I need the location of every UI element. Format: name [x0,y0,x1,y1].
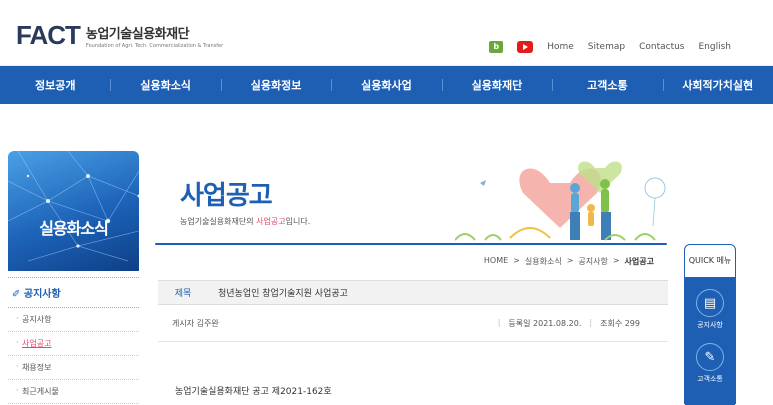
breadcrumb-current: 사업공고 [624,257,654,266]
post-meta: 게시자 김주완 | 등록일 2021.08.20. | 조회수 299 [158,318,668,330]
top-header: FACT 농업기술실용화재단 Foundation of Agri. Tech.… [0,0,773,66]
post-views: 조회수 299 [600,319,640,328]
page-desc-highlight: 사업공고 [256,217,286,226]
quick-menu: QUICK 메뉴 ▤ 공지사항 ✎ 고객소통 [684,244,736,405]
quick-item-label: 공지사항 [697,321,723,329]
meta-divider: | [497,318,501,327]
quick-item-communication[interactable]: ✎ 고객소통 [685,343,735,384]
meta-divider: | [589,318,593,327]
gnb-item-news[interactable]: 실용화소식 [110,77,220,93]
post-author: 게시자 김주완 [172,319,219,328]
pencil-icon: ✎ [696,343,724,371]
gnb-item-information[interactable]: 실용화정보 [220,77,331,93]
breadcrumb: HOME > 실용화소식 > 공지사항 > 사업공고 [484,256,654,267]
sidebar-heading[interactable]: ✐ 공지사항 [8,278,139,308]
gnb-item-business[interactable]: 실용화사업 [331,77,441,93]
logo-korean-name: 농업기술실용화재단 [85,26,190,42]
page-title: 사업공고 [180,181,273,211]
quick-menu-title: QUICK 메뉴 [688,256,732,265]
sidebar-item-recruitment[interactable]: 채용정보 [8,356,139,380]
quick-item-notice[interactable]: ▤ 공지사항 [685,289,735,330]
post-subject-row: 제목 청년농업인 창업기술지원 사업공고 [158,280,668,305]
utility-links: b Home Sitemap Contactus English [489,41,731,53]
family-heart-illustration [455,161,666,241]
logo-english-name: Foundation of Agri. Tech. Commercializat… [85,42,224,49]
page-description: 농업기술실용화재단의 사업공고입니다. [180,216,310,227]
network-decoration-icon [8,151,139,262]
sidebar: 실용화소식 ✐ 공지사항 공지사항 사업공고 채용정보 최근게시물 [8,151,139,404]
gnb-item-info[interactable]: 정보공개 [0,77,110,93]
meta-divider-line [158,341,668,342]
util-english-link[interactable]: English [699,42,732,52]
gnb-item-foundation[interactable]: 실용화재단 [441,77,552,93]
post-date: 등록일 2021.08.20. [508,319,582,328]
gnb-item-communication[interactable]: 고객소통 [552,77,662,93]
sidebar-heading-icon: ✐ [12,289,24,300]
post-subject: 청년농업인 창업기술지원 사업공고 [218,289,348,299]
util-home-link[interactable]: Home [547,42,574,52]
blog-icon[interactable]: b [489,41,504,53]
sidebar-item-business-notice[interactable]: 사업공고 [8,332,139,356]
sidebar-heading-label: 공지사항 [23,289,61,300]
content-divider [155,243,667,245]
util-sitemap-link[interactable]: Sitemap [588,42,625,52]
breadcrumb-news[interactable]: 실용화소식 [525,256,562,267]
util-contactus-link[interactable]: Contactus [639,42,684,52]
breadcrumb-separator: > [612,256,620,265]
breadcrumb-notice[interactable]: 공지사항 [578,256,607,267]
quick-menu-list: ▤ 공지사항 ✎ 고객소통 [685,277,735,405]
breadcrumb-separator: > [513,256,520,265]
sidebar-title: 실용화소식 [39,219,109,238]
quick-item-label: 고객소통 [697,375,723,383]
youtube-icon[interactable] [517,41,534,53]
subject-label: 제목 [174,289,192,299]
page-desc-post: 입니다. [285,217,311,226]
document-icon: ▤ [696,289,724,317]
breadcrumb-home[interactable]: HOME [484,256,508,267]
sidebar-banner: 실용화소식 [8,151,139,271]
main-navigation: 정보공개 실용화소식 실용화정보 실용화사업 실용화재단 고객소통 사회적가치실… [0,66,773,104]
post-body: 농업기술실용화재단 공고 제2021-162호 [175,387,332,397]
sidebar-item-notice[interactable]: 공지사항 [8,308,139,332]
page-desc-pre: 농업기술실용화재단의 [180,217,257,226]
sidebar-item-recent-posts[interactable]: 최근게시물 [8,380,139,404]
sidebar-menu: ✐ 공지사항 공지사항 사업공고 채용정보 최근게시물 [8,277,139,404]
breadcrumb-separator: > [566,256,574,265]
gnb-item-social-value[interactable]: 사회적가치실현 [662,77,773,93]
logo[interactable]: FACT 농업기술실용화재단 Foundation of Agri. Tech.… [16,20,223,51]
logo-mark: FACT [16,20,81,50]
